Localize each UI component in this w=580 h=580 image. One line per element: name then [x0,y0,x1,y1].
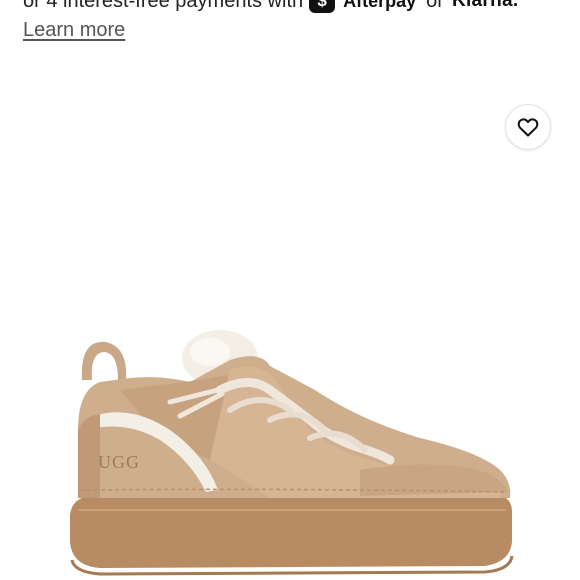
ugg-logo: UGG [98,452,140,472]
afterpay-label: Afterpay [343,0,417,11]
afterpay-icon: $ [309,0,336,13]
heel-loop [81,341,127,380]
payments-text: or 4 interest-free payments with [23,0,304,12]
heart-icon [517,118,539,137]
klarna-logo[interactable]: Klarna. [452,0,519,12]
afterpay-logo[interactable]: $ Afterpay [309,0,416,13]
or-text: or [426,0,444,12]
favorite-button[interactable] [505,104,551,150]
product-image-sneaker: UGG [70,330,514,576]
payment-options: or 4 interest-free payments with $ After… [23,0,518,14]
sneaker-sole [70,496,512,568]
product-page: or 4 interest-free payments with $ After… [0,0,580,580]
learn-more-link[interactable]: Learn more [23,19,125,42]
